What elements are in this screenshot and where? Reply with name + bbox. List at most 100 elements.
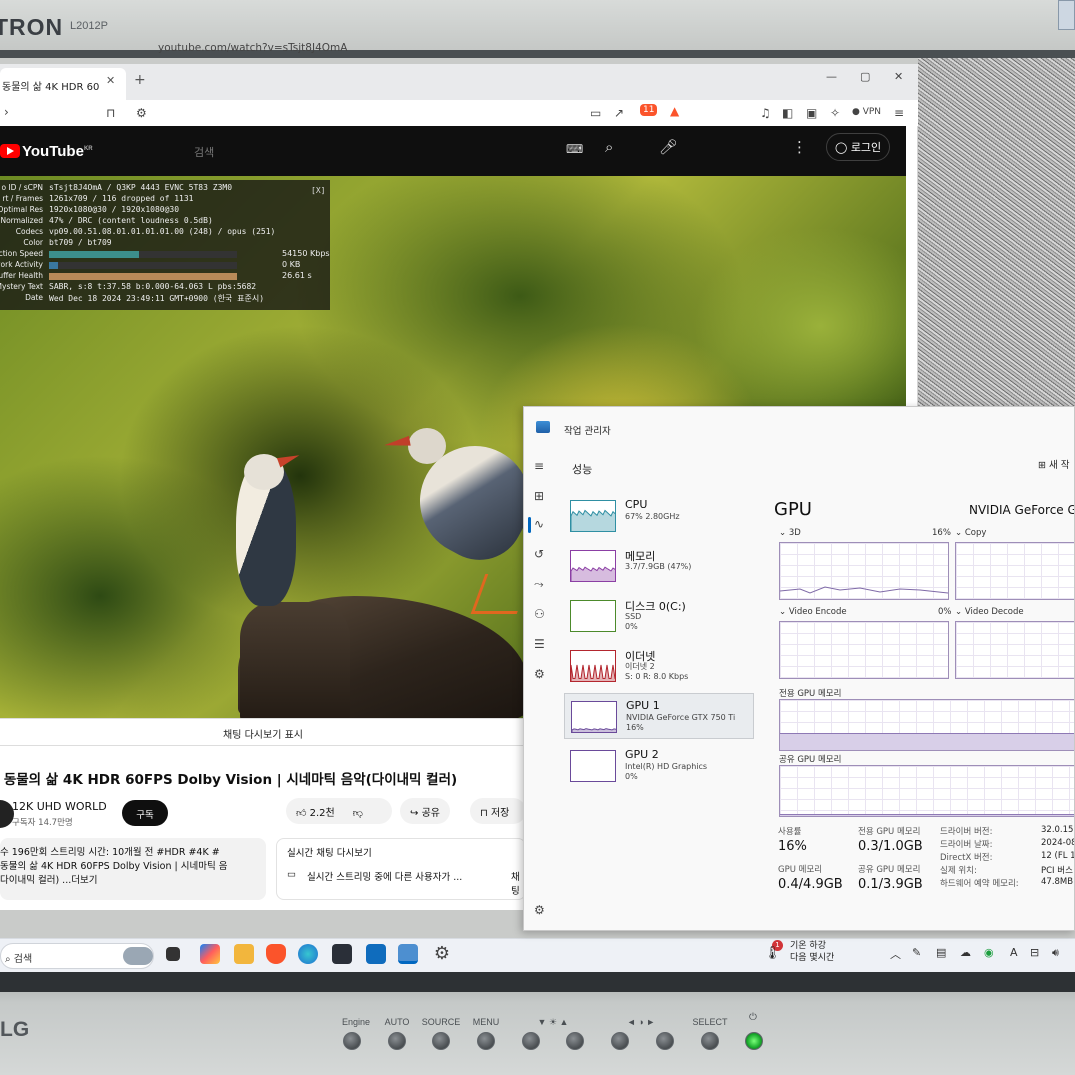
url-field[interactable]: youtube.com/watch?v=sTsjt8J4OmA <box>158 42 347 54</box>
hamburger-menu-icon[interactable]: ≡ <box>534 459 544 473</box>
engine-label-copy[interactable]: ⌄ Copy <box>955 528 986 538</box>
run-new-task-button[interactable]: ⊞ 새 작 <box>1038 457 1069 471</box>
services-nav-icon[interactable]: ⚙ <box>534 667 545 681</box>
brave-browser-icon[interactable] <box>266 944 286 964</box>
app-history-nav-icon[interactable]: ↺ <box>534 547 544 561</box>
login-button[interactable]: ◯ 로그인 <box>826 133 891 161</box>
shield-icon[interactable]: 11 <box>640 104 658 116</box>
monitor-power-button[interactable] <box>745 1032 763 1050</box>
perf-item-sub: 3.7/7.9GB (47%) <box>625 562 692 571</box>
save-button[interactable]: ⊓ 저장 <box>470 798 526 824</box>
detail-value: 47.8MB <box>1041 877 1074 887</box>
startup-apps-nav-icon[interactable]: ⤳ <box>534 577 544 592</box>
monitor-up-button[interactable] <box>566 1032 584 1050</box>
perf-item[interactable]: CPU 67% 2.80GHz <box>564 493 754 539</box>
monitor-menu-button[interactable] <box>477 1032 495 1050</box>
vpn-button[interactable]: ● VPN <box>852 107 881 117</box>
forward-icon[interactable]: › <box>4 105 9 119</box>
stats-row: o ID / sCPN sTsjt8J4OmA / Q3KP 4443 EVNC … <box>0 183 330 194</box>
description-line: 다이내믹 컬러) ...더보기 <box>0 875 98 886</box>
wallet-icon[interactable]: ▣ <box>806 106 817 120</box>
menu-icon[interactable]: ≡ <box>894 106 904 120</box>
youtube-logo[interactable]: YouTubeKR <box>0 143 93 160</box>
engine-label-video-decode[interactable]: ⌄ Video Decode <box>955 607 1024 617</box>
edge-icon[interactable] <box>298 944 318 964</box>
bookmark-icon[interactable]: ⊓ <box>106 106 115 120</box>
task-manager-taskbar-icon[interactable] <box>398 944 418 964</box>
tray-chevron-icon[interactable]: ︿ <box>890 946 901 962</box>
tab-close-icon[interactable]: ✕ <box>106 74 115 87</box>
perf-item[interactable]: 메모리 3.7/7.9GB (47%) <box>564 543 754 589</box>
engine-label-video-encode[interactable]: ⌄ Video Encode <box>779 607 847 617</box>
video-description[interactable]: 수 196만회 스트리밍 시간: 10개월 전 #HDR #4K # 동물의 삶… <box>0 838 266 900</box>
widgets-icon[interactable] <box>200 944 220 964</box>
weather-widget[interactable]: 1 🌡︎ 기온 하강 다음 몇시간 <box>764 940 834 964</box>
like-button[interactable]: 👍︎ 2.2천 👎︎ <box>286 798 392 824</box>
nav-active-indicator <box>528 517 531 533</box>
users-nav-icon[interactable]: ⚇ <box>534 607 545 621</box>
tray-cloud-icon[interactable]: ☁ <box>960 946 971 959</box>
outlook-icon[interactable] <box>366 944 386 964</box>
stats-value: Wed Dec 18 2024 23:49:11 GMT+0900 (한국 표준… <box>49 294 265 303</box>
network-icon[interactable]: ⊟ <box>1030 946 1039 959</box>
new-tab-icon[interactable]: + <box>134 72 146 88</box>
store-icon[interactable] <box>332 944 352 964</box>
details-nav-icon[interactable]: ☰ <box>534 637 545 651</box>
keyboard-icon[interactable]: ⌨ <box>566 142 583 156</box>
settings-nav-icon[interactable]: ⚙ <box>534 903 545 917</box>
tray-nvidia-icon[interactable]: ◉ <box>984 946 994 959</box>
volume-icon[interactable]: 🔊︎ <box>1052 946 1059 960</box>
rewards-icon[interactable]: ▲ <box>670 104 679 118</box>
video-bird-left-beak <box>276 450 302 468</box>
tray-app-icon[interactable]: ▤ <box>936 946 946 959</box>
screen-cast-icon[interactable]: ▭ <box>590 106 601 120</box>
perf-item[interactable]: 디스크 0(C:) SSD 0% <box>564 593 754 639</box>
search-icon[interactable]: ⌕ <box>605 138 613 156</box>
perf-sparkline <box>570 600 616 632</box>
monitor-right-button[interactable] <box>656 1032 674 1050</box>
stat-value: 0.3/1.0GB <box>858 839 923 854</box>
close-window-icon[interactable]: ✕ <box>894 70 903 83</box>
stats-label: work Activity <box>0 260 43 269</box>
video-bird-right-beak <box>383 435 411 451</box>
monitor-left-button[interactable] <box>611 1032 629 1050</box>
minimize-icon[interactable]: — <box>826 70 837 83</box>
more-options-icon[interactable]: ⋮ <box>792 138 807 156</box>
music-icon[interactable]: ♫ <box>760 106 771 120</box>
task-view-icon[interactable] <box>166 947 180 961</box>
perf-sparkline-graph <box>571 601 616 632</box>
tray-ime-icon[interactable]: A <box>1010 946 1018 959</box>
tray-pen-icon[interactable]: ✎ <box>912 946 921 959</box>
monitor-source-button[interactable] <box>432 1032 450 1050</box>
subscribe-button[interactable]: 구독 <box>122 800 168 826</box>
file-explorer-icon[interactable] <box>234 944 254 964</box>
monitor-auto-button[interactable] <box>388 1032 406 1050</box>
share-button[interactable]: ↪ 공유 <box>400 798 450 824</box>
site-settings-icon[interactable]: ⚙ <box>136 106 147 120</box>
settings-gear-icon[interactable]: ⚙ <box>432 944 452 964</box>
share-icon[interactable]: ↗ <box>614 106 624 120</box>
youtube-header <box>0 126 906 176</box>
monitor-button-label: SOURCE <box>421 1017 461 1027</box>
engine-label-3d[interactable]: ⌄ 3D <box>779 528 801 538</box>
processes-nav-icon[interactable]: ⊞ <box>534 489 544 503</box>
address-bar-row: › ⊓ ⚙ ▭ ↗ 11 ▲ ♫ ◧ ▣ ✧ ● VPN ≡ <box>0 100 918 126</box>
taskbar-search[interactable]: ⌕ 검색 <box>0 943 154 969</box>
share-label: 공유 <box>421 808 440 819</box>
chat-replay-toggle[interactable]: 채팅 다시보기 표시 <box>0 718 526 746</box>
perf-item[interactable]: GPU 2 Intel(R) HD Graphics 0% <box>564 743 754 789</box>
performance-nav-icon[interactable]: ∿ <box>534 517 544 531</box>
perf-item[interactable]: 이더넷 이더넷 2 S: 0 R: 8.0 Kbps <box>564 643 754 689</box>
microphone-icon[interactable]: 🎤︎ <box>659 138 678 156</box>
stats-row: uffer Health 26.61 s <box>0 271 330 282</box>
maximize-icon[interactable]: ▢ <box>860 70 870 83</box>
leo-icon[interactable]: ✧ <box>830 106 840 120</box>
corner-window-button[interactable] <box>1058 0 1075 30</box>
monitor-engine-button[interactable] <box>343 1032 361 1050</box>
monitor-down-button[interactable] <box>522 1032 540 1050</box>
channel-name[interactable]: 12K UHD WORLD <box>12 800 107 813</box>
monitor-select-button[interactable] <box>701 1032 719 1050</box>
youtube-search-input[interactable]: 검색 <box>194 144 214 160</box>
perf-item[interactable]: GPU 1 NVIDIA GeForce GTX 750 Ti 16% <box>564 693 754 739</box>
sidebar-icon[interactable]: ◧ <box>782 106 793 120</box>
